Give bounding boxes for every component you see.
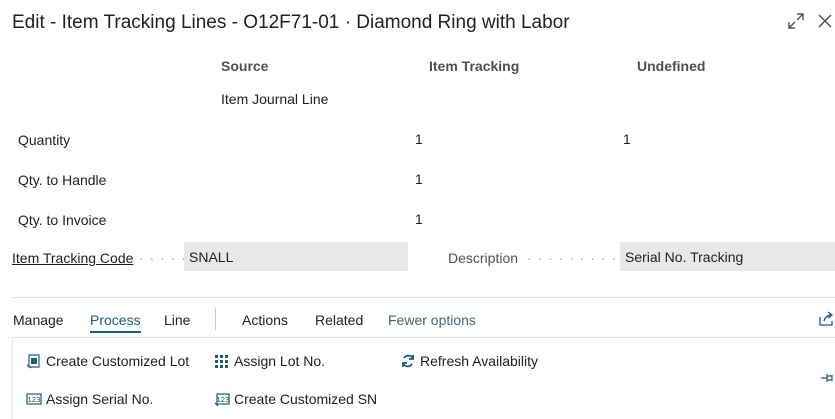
pin-icon[interactable] <box>820 371 835 391</box>
lot-grid-icon <box>214 353 230 369</box>
share-icon[interactable] <box>818 310 835 332</box>
serial-number-icon: 123 <box>26 391 42 407</box>
column-header-item-tracking: Item Tracking <box>429 58 520 74</box>
action-bar-divider <box>215 308 216 330</box>
tab-process[interactable]: Process <box>90 312 141 333</box>
fewer-options-button[interactable]: Fewer options <box>388 312 476 328</box>
page-title: Edit - Item Tracking Lines - O12F71-01 ·… <box>12 12 570 33</box>
divider <box>12 297 835 298</box>
tab-actions[interactable]: Actions <box>242 312 288 328</box>
assign-lot-no-button[interactable]: Assign Lot No. <box>214 353 325 369</box>
assign-serial-no-button[interactable]: 123 Assign Serial No. <box>26 391 153 407</box>
qty-to-handle-item-tracking-value: 1 <box>415 171 423 187</box>
tab-related[interactable]: Related <box>315 312 363 328</box>
column-header-source: Source <box>221 58 269 74</box>
custom-serial-number-icon: 123 <box>214 391 230 407</box>
column-header-undefined: Undefined <box>637 58 706 74</box>
description-field[interactable]: Serial No. Tracking <box>620 242 835 271</box>
tab-manage[interactable]: Manage <box>13 312 64 328</box>
refresh-availability-label: Refresh Availability <box>420 353 539 369</box>
field-leader-dots: · · · · · <box>139 250 187 266</box>
create-customized-sn-button[interactable]: 123 Create Customized SN <box>214 391 377 407</box>
row-label-qty-to-handle: Qty. to Handle <box>18 172 107 188</box>
refresh-icon <box>400 353 416 369</box>
row-label-qty-to-invoice: Qty. to Invoice <box>18 212 107 228</box>
lot-icon <box>26 353 42 369</box>
svg-text:123: 123 <box>216 396 229 404</box>
refresh-availability-button[interactable]: Refresh Availability <box>400 353 538 369</box>
expand-icon[interactable] <box>787 12 805 30</box>
assign-lot-no-label: Assign Lot No. <box>234 353 326 369</box>
tab-line[interactable]: Line <box>164 312 190 328</box>
row-label-quantity: Quantity <box>18 132 71 148</box>
create-customized-sn-label: Create Customized SN <box>234 391 378 407</box>
item-tracking-code-label[interactable]: Item Tracking Code <box>12 250 133 266</box>
svg-text:123: 123 <box>27 396 40 404</box>
qty-to-invoice-item-tracking-value: 1 <box>415 211 423 227</box>
description-label: Description <box>448 250 519 266</box>
create-customized-lot-label: Create Customized Lot <box>46 353 190 369</box>
assign-serial-no-label: Assign Serial No. <box>46 391 154 407</box>
item-tracking-code-field[interactable]: SNALL <box>184 242 408 271</box>
quantity-undefined-value: 1 <box>623 131 631 147</box>
source-type-value: Item Journal Line <box>221 91 329 107</box>
close-icon[interactable] <box>816 12 834 30</box>
create-customized-lot-button[interactable]: Create Customized Lot <box>26 353 189 369</box>
quantity-item-tracking-value: 1 <box>415 131 423 147</box>
